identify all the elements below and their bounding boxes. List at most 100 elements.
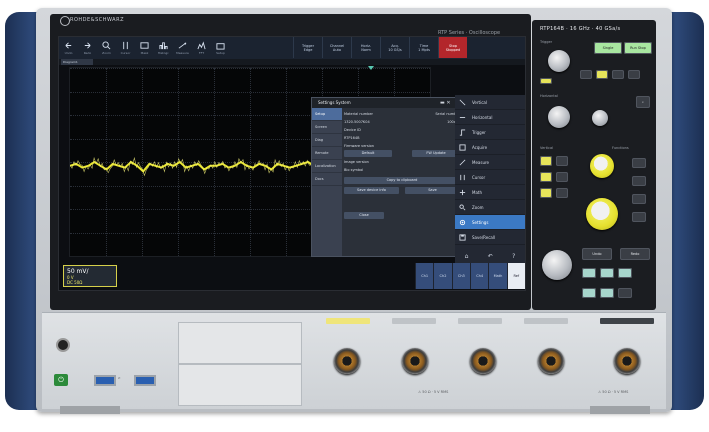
measure-button[interactable]: Measure — [173, 37, 192, 59]
menu-item-vertical[interactable]: Vertical — [455, 95, 525, 110]
sidebar-item-diag[interactable]: Diag — [312, 134, 342, 147]
panel-button[interactable] — [628, 70, 640, 79]
zoom-button[interactable]: ⌕ — [636, 96, 650, 108]
default-button[interactable]: Default — [344, 150, 392, 157]
sidebar-item-setup[interactable]: Setup — [312, 108, 342, 121]
ch4-button[interactable] — [556, 172, 568, 182]
quick-ch3[interactable]: Ch3 — [451, 263, 470, 289]
sidebar-item-remote[interactable]: Remote — [312, 147, 342, 160]
menu-item-zoom[interactable]: Zoom — [455, 200, 525, 215]
panel-button[interactable] — [618, 288, 632, 298]
trigger-marker-icon — [368, 66, 374, 70]
save-button[interactable]: Save — [405, 187, 460, 194]
menu-item-settings[interactable]: Settings — [455, 215, 525, 230]
function-button[interactable] — [632, 158, 646, 168]
ch2-button[interactable] — [556, 156, 568, 166]
undo-panel-button[interactable]: Undo — [582, 248, 612, 260]
setup-button[interactable]: Setup — [211, 37, 230, 59]
ch1-button[interactable] — [540, 156, 552, 166]
panel-button[interactable] — [600, 268, 614, 278]
ch1-info-box[interactable]: 50 mV/ 0 V DC 50Ω — [63, 265, 117, 287]
quick-ref[interactable]: Ref — [506, 263, 525, 289]
usb-port[interactable] — [94, 375, 116, 386]
function-button[interactable] — [632, 212, 646, 222]
home-icon[interactable]: ⌂ — [465, 253, 469, 260]
sidebar-item-screen[interactable]: Screen — [312, 121, 342, 134]
usb-port[interactable] — [134, 375, 156, 386]
ch2-bnc-connector[interactable] — [402, 348, 428, 374]
panel-button[interactable] — [612, 70, 624, 79]
power-button[interactable]: ⏻ — [54, 374, 68, 386]
probe-compensation-port[interactable] — [56, 338, 70, 352]
vertical-position-knob[interactable] — [590, 154, 614, 178]
ch1-bnc-connector[interactable] — [334, 348, 360, 374]
panel-button[interactable] — [580, 70, 592, 79]
menu-item-measure[interactable]: Measure — [455, 155, 525, 170]
external-trigger-bnc-connector[interactable] — [614, 348, 640, 374]
acquisition-status[interactable]: Acq. 10 GS/s — [380, 37, 409, 58]
menu-label: Zoom — [472, 204, 484, 210]
info-row: Material number Serial number — [344, 110, 460, 118]
panel-button[interactable] — [596, 70, 608, 79]
back-icon[interactable]: ↶ — [488, 253, 493, 260]
panel-button[interactable] — [582, 288, 596, 298]
panel-button[interactable] — [582, 268, 596, 278]
function-button[interactable] — [632, 194, 646, 204]
dialog-window-controls: ▬ ✕ — [440, 100, 451, 106]
close-button[interactable]: Close — [344, 212, 384, 219]
vertical-scale-knob[interactable] — [586, 198, 618, 230]
fw-update-button[interactable]: FW Update — [412, 150, 460, 157]
trigger-status[interactable]: Trigger Edge — [293, 37, 322, 58]
single-button[interactable]: Single — [594, 42, 622, 54]
power-icon: ⏻ — [58, 376, 64, 384]
quick-math[interactable]: Math — [488, 263, 507, 289]
quick-ch4[interactable]: Ch4 — [469, 263, 489, 289]
run-stop-button[interactable]: Run Stop — [624, 42, 652, 54]
cursor-icon — [458, 173, 466, 181]
cursor-button[interactable]: Cursor — [116, 37, 135, 59]
menu-item-save-recall[interactable]: Save/Recall — [455, 230, 525, 245]
sidebar-item-localization[interactable]: Localization — [312, 160, 342, 173]
channel-status[interactable]: Channel Auto — [322, 37, 351, 58]
ref-button[interactable] — [556, 188, 568, 198]
histogram-button[interactable]: Histogr. — [154, 37, 173, 59]
menu-item-math[interactable]: Math — [455, 185, 525, 200]
ch4-bnc-connector[interactable] — [538, 348, 564, 374]
quick-ch1[interactable]: Ch1 — [415, 263, 434, 289]
panel-button[interactable] — [618, 268, 632, 278]
horizontal-position-knob[interactable] — [592, 110, 608, 126]
time-status[interactable]: Time 1 Mpts — [409, 37, 438, 58]
menu-item-acquire[interactable]: Acquire — [455, 140, 525, 155]
copy-to-clipboard-button[interactable]: Copy to clipboard — [344, 177, 460, 184]
run-stop-status[interactable]: Stop Stopped — [438, 37, 467, 58]
close-icon[interactable]: ✕ — [446, 100, 450, 106]
fft-button[interactable]: FFT — [192, 37, 211, 59]
dialog-sidebar: Setup Screen Diag Remote Localization Do… — [312, 108, 342, 256]
horizontal-scale-knob[interactable] — [548, 106, 570, 128]
horizontal-icon — [458, 113, 466, 121]
ch3-bnc-connector[interactable] — [470, 348, 496, 374]
help-icon[interactable]: ? — [512, 253, 515, 260]
undo-button[interactable]: Undo — [59, 37, 78, 59]
redo-icon — [84, 42, 91, 49]
quick-ch2[interactable]: Ch2 — [433, 263, 452, 289]
math-button[interactable] — [540, 188, 552, 198]
redo-button[interactable]: Redo — [78, 37, 97, 59]
ch3-button[interactable] — [540, 172, 552, 182]
redo-panel-button[interactable]: Redo — [620, 248, 650, 260]
zoom-button[interactable]: Zoom — [97, 37, 116, 59]
tab-diagram1[interactable]: Diagram1 — [61, 59, 93, 65]
save-device-info-button[interactable]: Save device info — [344, 187, 399, 194]
menu-item-trigger[interactable]: Trigger — [455, 125, 525, 140]
minimize-icon[interactable]: ▬ — [440, 100, 445, 106]
horizontal-status[interactable]: Horiz. Norm — [351, 37, 380, 58]
mask-button[interactable]: Mask — [135, 37, 154, 59]
trigger-level-knob[interactable] — [548, 50, 570, 72]
panel-button[interactable] — [600, 288, 614, 298]
toolbar: Undo Redo Zoom Cursor Mask Histogr. Meas… — [59, 37, 525, 60]
menu-item-horizontal[interactable]: Horizontal — [455, 110, 525, 125]
navigation-knob[interactable] — [542, 250, 572, 280]
menu-item-cursor[interactable]: Cursor — [455, 170, 525, 185]
function-button[interactable] — [632, 176, 646, 186]
sidebar-item-docs[interactable]: Docs — [312, 173, 342, 186]
